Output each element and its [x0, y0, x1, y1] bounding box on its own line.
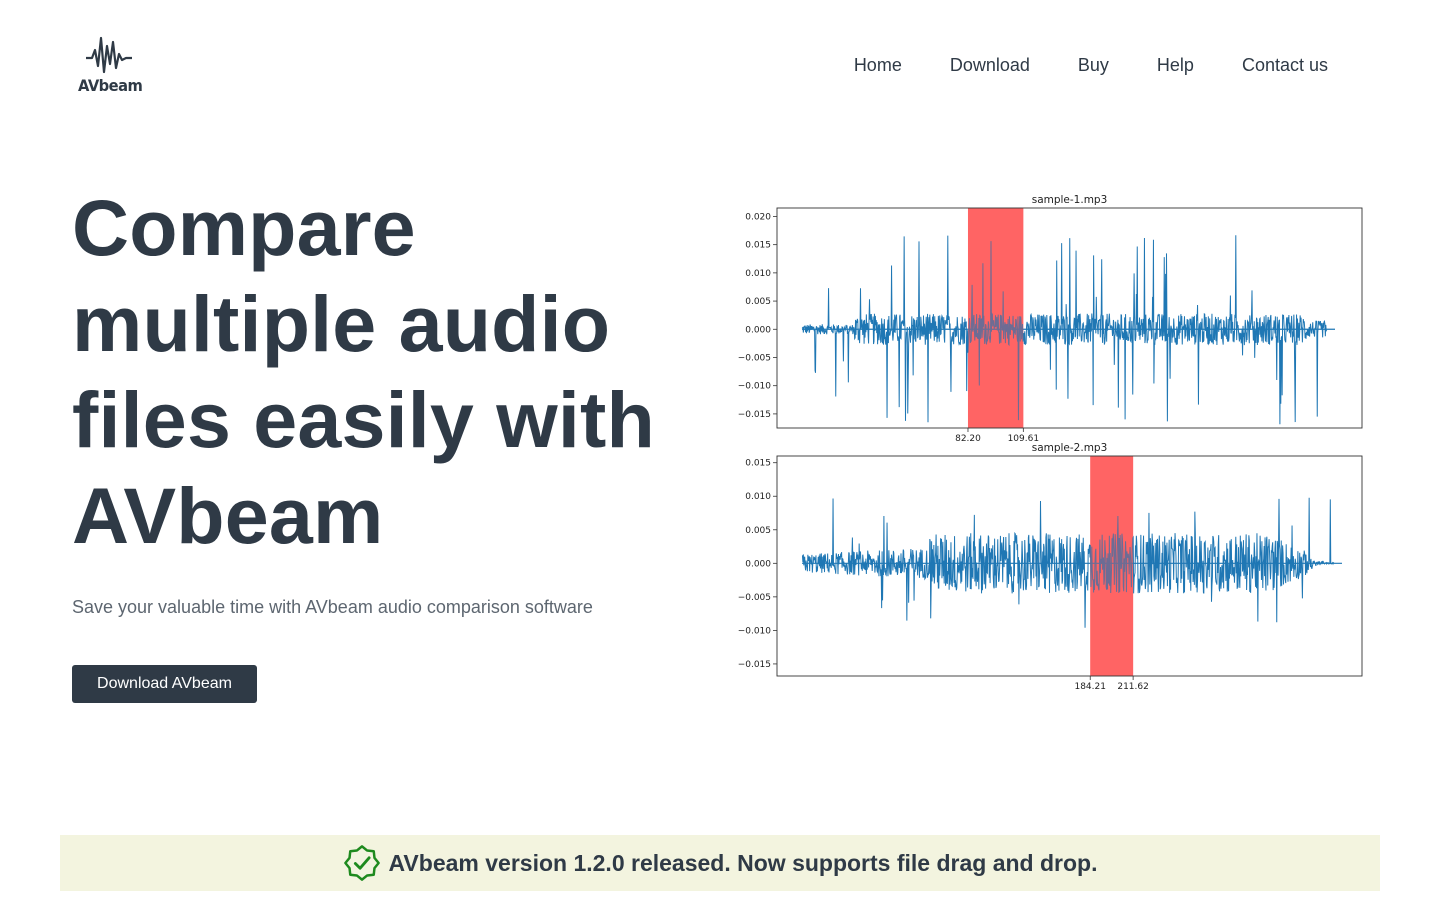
waveform-icon — [86, 36, 132, 74]
nav-contact-us[interactable]: Contact us — [1242, 55, 1328, 76]
y-tick-label: 0.005 — [745, 297, 771, 307]
y-tick-label: 0.000 — [745, 559, 771, 569]
logo[interactable]: AVbeam — [76, 34, 143, 96]
x-tick-label: 184.21 — [1074, 682, 1106, 692]
y-tick-label: −0.015 — [738, 410, 771, 420]
download-avbeam-button[interactable]: Download AVbeam — [72, 665, 257, 703]
nav-download[interactable]: Download — [950, 55, 1030, 76]
main-nav: Home Download Buy Help Contact us — [806, 55, 1328, 76]
verified-badge-icon — [343, 845, 380, 881]
waveform-series — [801, 497, 1335, 628]
announcement-banner: AVbeam version 1.2.0 released. Now suppo… — [60, 835, 1380, 891]
y-tick-label: 0.000 — [745, 325, 771, 335]
x-tick-label: 82.20 — [955, 434, 981, 444]
waveform-comparison-charts: sample-1.mp3 0.020 0.015 0.010 0.005 0.000 −0.… — [725, 185, 1375, 700]
chart-title: sample-2.mp3 — [1032, 442, 1108, 454]
nav-help[interactable]: Help — [1157, 55, 1194, 76]
y-tick-label: 0.015 — [745, 241, 771, 251]
hero-subtitle: Save your valuable time with AVbeam audi… — [72, 597, 593, 617]
y-tick-label: −0.015 — [738, 660, 771, 670]
nav-home[interactable]: Home — [854, 55, 902, 76]
hero-title: Compare multiple audio files easily with… — [72, 183, 655, 560]
y-tick-label: 0.005 — [745, 526, 771, 536]
y-tick-label: −0.005 — [738, 353, 771, 363]
y-tick-label: 0.010 — [745, 269, 771, 279]
y-tick-label: 0.015 — [745, 459, 771, 469]
highlight-overlay — [967, 208, 1024, 428]
y-tick-label: −0.010 — [738, 382, 772, 392]
y-tick-label: 0.020 — [745, 212, 771, 222]
waveform-charts-svg: sample-1.mp3 0.020 0.015 0.010 0.005 0.000 −0.… — [738, 194, 1363, 692]
chart-title: sample-1.mp3 — [1032, 194, 1108, 206]
brand-name: AVbeam — [78, 76, 143, 95]
y-tick-label: −0.010 — [738, 626, 772, 636]
y-tick-label: 0.010 — [745, 492, 771, 502]
y-tick-label: −0.005 — [738, 593, 771, 603]
announcement-text: AVbeam version 1.2.0 released. Now suppo… — [388, 849, 1098, 876]
nav-buy[interactable]: Buy — [1078, 55, 1109, 76]
x-tick-label: 211.62 — [1117, 682, 1149, 692]
highlight-overlay — [1090, 456, 1134, 676]
